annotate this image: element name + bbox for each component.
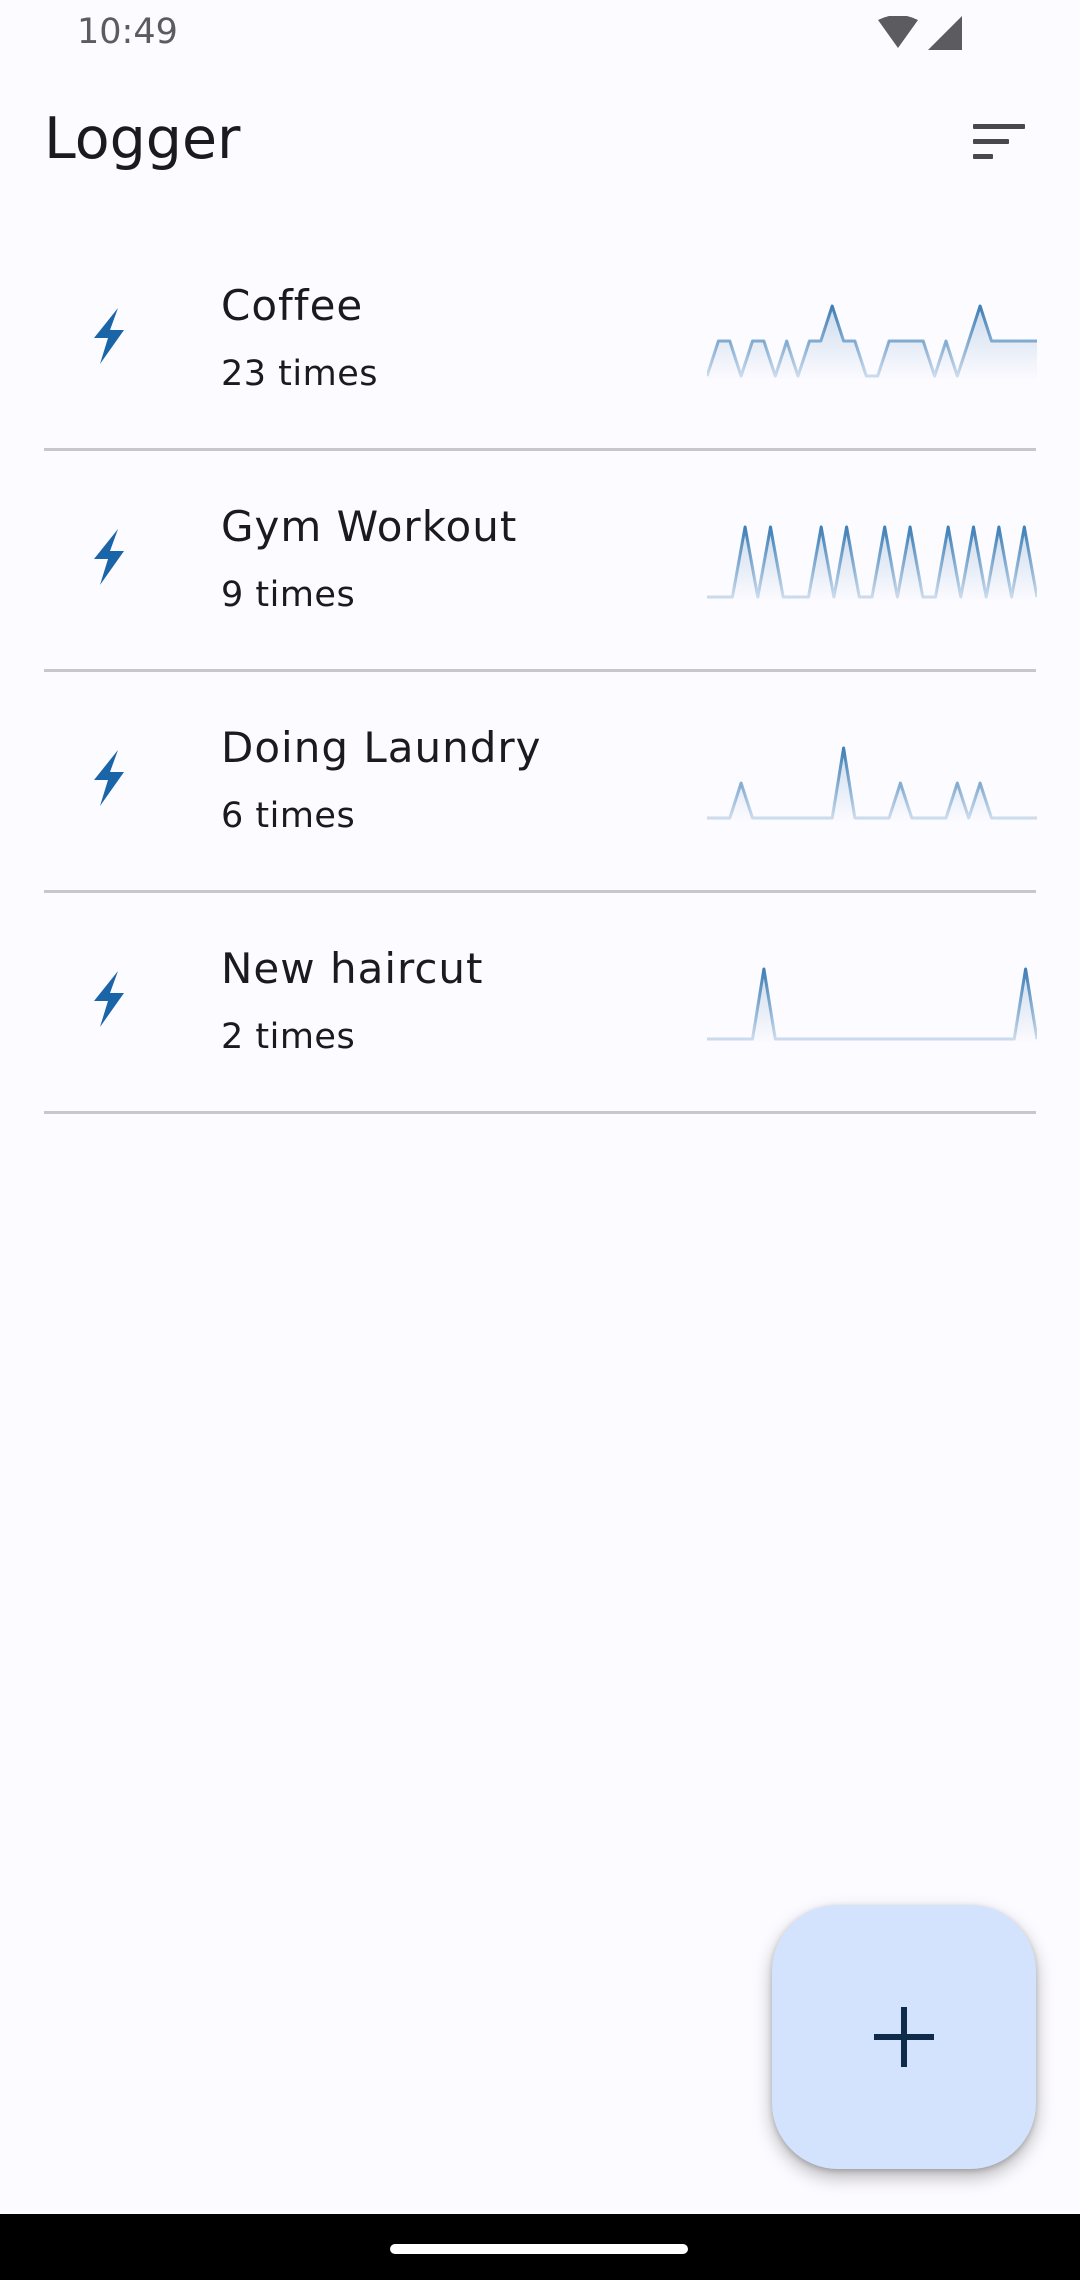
item-title: Coffee bbox=[221, 281, 364, 330]
sort-icon bbox=[973, 124, 1025, 159]
status-bar: 10:49 bbox=[0, 0, 1080, 70]
cellular-signal-icon bbox=[928, 16, 962, 50]
top-app-bar: Logger bbox=[0, 70, 1080, 220]
sparkline-line bbox=[707, 746, 1037, 820]
item-count: 6 times bbox=[221, 796, 356, 836]
sparkline-chart bbox=[707, 746, 1037, 822]
list-item[interactable]: Doing Laundry 6 times bbox=[44, 672, 1037, 893]
sparkline-area bbox=[707, 748, 1037, 822]
add-button[interactable] bbox=[772, 1905, 1036, 2169]
bolt-icon bbox=[94, 308, 124, 364]
plus-icon bbox=[874, 2007, 934, 2067]
sort-button[interactable] bbox=[955, 108, 1035, 178]
list-item[interactable]: New haircut 2 times bbox=[44, 893, 1037, 1114]
bolt-icon bbox=[94, 750, 124, 806]
wifi-icon bbox=[878, 16, 918, 48]
page-title: Logger bbox=[44, 106, 241, 172]
sparkline-line bbox=[707, 525, 1037, 599]
sparkline-chart bbox=[707, 304, 1037, 380]
bolt-icon bbox=[94, 529, 124, 585]
bolt-icon bbox=[94, 971, 124, 1027]
status-time: 10:49 bbox=[77, 12, 178, 52]
sparkline-chart bbox=[707, 525, 1037, 601]
status-icons bbox=[878, 16, 962, 50]
sparkline-chart bbox=[707, 967, 1037, 1043]
log-list: Coffee 23 times Gym Workout 9 times Doing La… bbox=[44, 230, 1037, 1114]
list-item[interactable]: Coffee 23 times bbox=[44, 230, 1037, 451]
item-title: Doing Laundry bbox=[221, 723, 542, 772]
item-count: 23 times bbox=[221, 354, 378, 394]
navigation-bar bbox=[0, 2214, 1080, 2280]
sparkline-area bbox=[707, 306, 1037, 380]
item-count: 9 times bbox=[221, 575, 356, 615]
home-handle[interactable] bbox=[390, 2244, 688, 2254]
list-item[interactable]: Gym Workout 9 times bbox=[44, 451, 1037, 672]
item-title: New haircut bbox=[221, 944, 484, 993]
item-title: Gym Workout bbox=[221, 502, 518, 551]
item-count: 2 times bbox=[221, 1017, 356, 1057]
